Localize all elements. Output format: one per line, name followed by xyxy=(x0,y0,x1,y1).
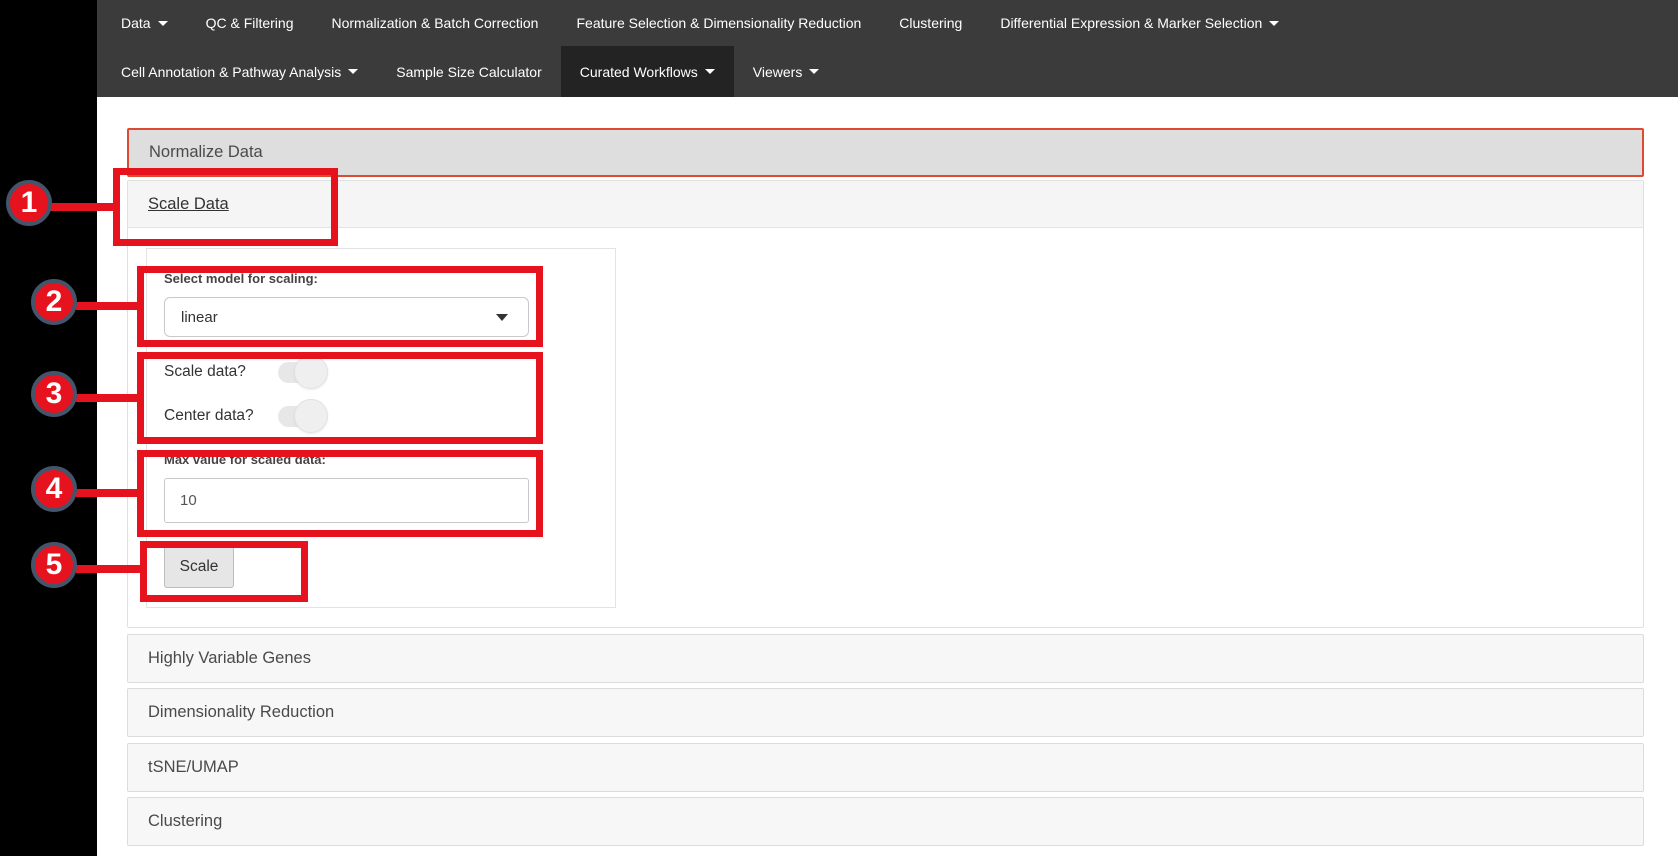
scale-form-card: Select model for scaling: linear Scale d… xyxy=(146,248,616,608)
nav-item-data[interactable]: Data xyxy=(102,0,187,46)
center-data-toggle-row: Center data? xyxy=(164,399,328,433)
accordion-header-normalize-data[interactable]: Normalize Data xyxy=(127,128,1644,177)
max-value-label: Max value for scaled data: xyxy=(164,452,326,467)
center-data-toggle[interactable] xyxy=(278,399,328,433)
nav-item-label: Differential Expression & Marker Selecti… xyxy=(1000,15,1263,31)
nav-item-label: Curated Workflows xyxy=(579,63,698,80)
accordion-header-dimensionality-reduction[interactable]: Dimensionality Reduction xyxy=(127,688,1644,737)
accordion-header-scale-data[interactable]: Scale Data xyxy=(128,181,1643,228)
accordion-header-label: Scale Data xyxy=(148,195,229,213)
caret-down-icon xyxy=(348,69,359,74)
accordion-header-label: tSNE/UMAP xyxy=(148,758,239,776)
navbar-row-1: Data QC & Filtering Normalization & Batc… xyxy=(97,0,1678,46)
center-data-toggle-label: Center data? xyxy=(164,407,254,424)
nav-item-clustering[interactable]: Clustering xyxy=(880,0,981,46)
accordion-header-highly-variable-genes[interactable]: Highly Variable Genes xyxy=(127,634,1644,683)
dropdown-caret-icon xyxy=(496,314,508,321)
scale-button[interactable]: Scale xyxy=(164,546,234,588)
scale-data-toggle[interactable] xyxy=(278,355,328,389)
accordion-header-label: Clustering xyxy=(148,812,223,830)
nav-item-cell-annotation-pathway-analysis[interactable]: Cell Annotation & Pathway Analysis xyxy=(102,46,377,97)
accordion-panel-scale-data: Scale Data Select model for scaling: lin… xyxy=(127,180,1644,628)
max-value-input[interactable] xyxy=(164,478,529,523)
nav-item-label: Data xyxy=(121,15,151,31)
accordion-header-clustering[interactable]: Clustering xyxy=(127,797,1644,846)
caret-down-icon xyxy=(157,20,168,26)
scale-data-toggle-label: Scale data? xyxy=(164,363,246,380)
nav-item-label: Sample Size Calculator xyxy=(396,63,542,80)
nav-item-differential-expression-marker-selection[interactable]: Differential Expression & Marker Selecti… xyxy=(981,0,1298,46)
accordion-header-label: Dimensionality Reduction xyxy=(148,703,335,721)
accordion-header-tsne-umap[interactable]: tSNE/UMAP xyxy=(127,743,1644,792)
select-model-label: Select model for scaling: xyxy=(164,271,318,286)
nav-item-normalization-batch-correction[interactable]: Normalization & Batch Correction xyxy=(313,0,558,46)
nav-item-label: Viewers xyxy=(752,63,803,80)
caret-down-icon xyxy=(1269,20,1280,26)
nav-item-sample-size-calculator[interactable]: Sample Size Calculator xyxy=(377,46,561,97)
nav-item-label: QC & Filtering xyxy=(205,15,294,31)
nav-item-label: Clustering xyxy=(899,15,963,31)
nav-item-label: Normalization & Batch Correction xyxy=(331,15,539,31)
scaling-model-select[interactable]: linear xyxy=(164,297,529,337)
nav-item-viewers[interactable]: Viewers xyxy=(734,46,839,97)
navbar-row-2: Cell Annotation & Pathway Analysis Sampl… xyxy=(97,46,1678,97)
nav-item-feature-selection-dimensionality-reduction[interactable]: Feature Selection & Dimensionality Reduc… xyxy=(557,0,880,46)
nav-item-curated-workflows[interactable]: Curated Workflows xyxy=(560,46,734,97)
nav-item-label: Cell Annotation & Pathway Analysis xyxy=(121,63,342,80)
app-window: Data QC & Filtering Normalization & Batc… xyxy=(0,0,1678,856)
scale-data-toggle-row: Scale data? xyxy=(164,355,328,389)
toggle-knob xyxy=(294,355,328,389)
top-navbar: Data QC & Filtering Normalization & Batc… xyxy=(97,0,1678,97)
accordion-header-label: Highly Variable Genes xyxy=(148,649,311,667)
accordion-header-label: Normalize Data xyxy=(149,143,263,161)
nav-item-qc-filtering[interactable]: QC & Filtering xyxy=(187,0,313,46)
left-black-rail xyxy=(0,0,97,856)
caret-down-icon xyxy=(809,69,820,74)
caret-down-icon xyxy=(704,69,715,74)
toggle-knob xyxy=(294,399,328,433)
nav-item-label: Feature Selection & Dimensionality Reduc… xyxy=(576,15,862,31)
scaling-model-selected-value: linear xyxy=(181,308,218,326)
